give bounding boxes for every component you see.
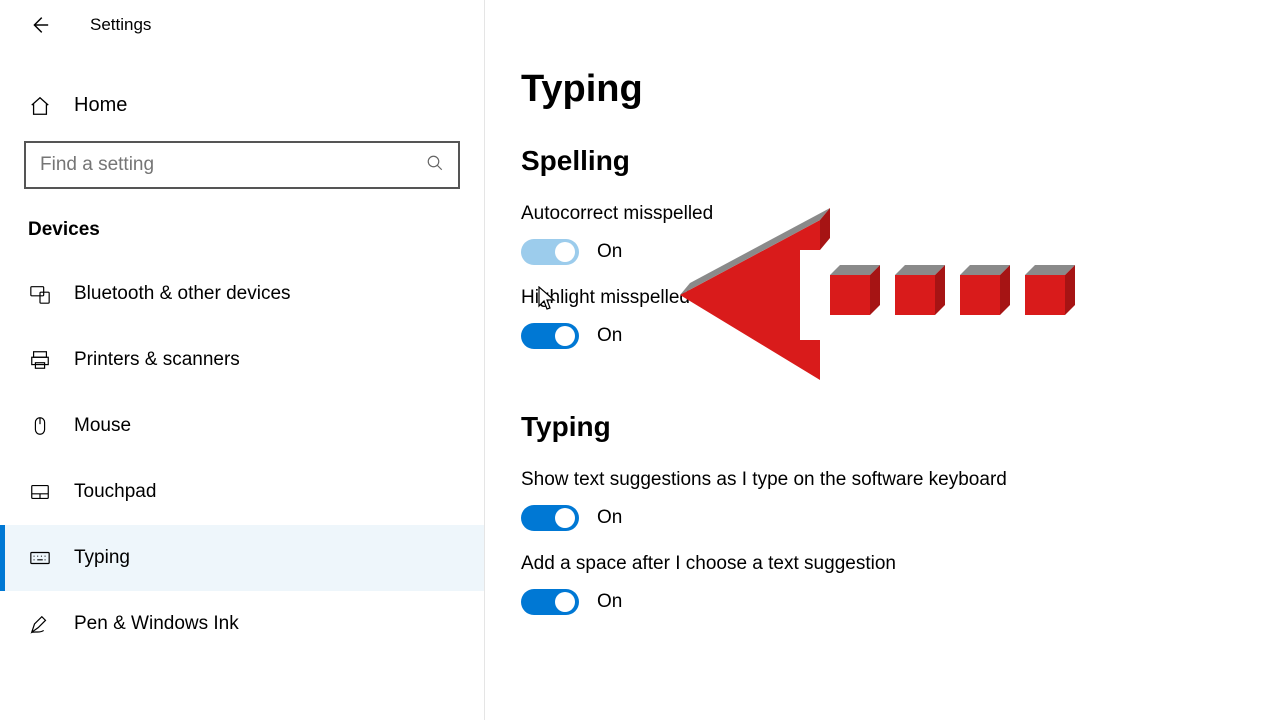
search-field[interactable] (40, 154, 416, 176)
printer-icon (28, 349, 52, 371)
page-title: Typing (521, 68, 1240, 111)
sidebar-nav: Bluetooth & other devices Printers & sca… (0, 261, 484, 657)
toggle-highlight[interactable] (521, 323, 579, 349)
sidebar-item-label: Bluetooth & other devices (74, 283, 291, 305)
search-input[interactable] (24, 141, 460, 189)
section-heading-spelling: Spelling (521, 145, 1240, 177)
setting-label: Highlight misspelled wo (521, 287, 1240, 309)
setting-label: Show text suggestions as I type on the s… (521, 469, 1240, 491)
sidebar-item-label: Mouse (74, 415, 131, 437)
toggle-state: On (597, 507, 622, 529)
setting-autocorrect: Autocorrect misspelled On (521, 203, 1240, 265)
mouse-icon (28, 415, 52, 437)
sidebar-item-label: Printers & scanners (74, 349, 240, 371)
pen-icon (28, 613, 52, 635)
sidebar-item-touchpad[interactable]: Touchpad (0, 459, 484, 525)
sidebar-item-mouse[interactable]: Mouse (0, 393, 484, 459)
sidebar-item-typing[interactable]: Typing (0, 525, 484, 591)
setting-label: Add a space after I choose a text sugges… (521, 553, 1240, 575)
sidebar: Settings Home Devices (0, 0, 485, 720)
home-label: Home (74, 94, 127, 117)
app-title: Settings (90, 15, 151, 35)
sidebar-home[interactable]: Home (0, 76, 484, 135)
bluetooth-devices-icon (28, 283, 52, 305)
home-icon (28, 95, 52, 117)
search-icon (426, 154, 444, 177)
sidebar-item-label: Typing (74, 547, 130, 569)
section-heading-typing: Typing (521, 411, 1240, 443)
toggle-autocorrect[interactable] (521, 239, 579, 265)
setting-label: Autocorrect misspelled (521, 203, 1240, 225)
touchpad-icon (28, 481, 52, 503)
setting-highlight: Highlight misspelled wo On (521, 287, 1240, 349)
toggle-state: On (597, 241, 622, 263)
sidebar-item-printers[interactable]: Printers & scanners (0, 327, 484, 393)
setting-add-space: Add a space after I choose a text sugges… (521, 553, 1240, 615)
sidebar-item-label: Pen & Windows Ink (74, 613, 239, 635)
sidebar-item-bluetooth[interactable]: Bluetooth & other devices (0, 261, 484, 327)
setting-suggestions: Show text suggestions as I type on the s… (521, 469, 1240, 531)
toggle-add-space[interactable] (521, 589, 579, 615)
sidebar-item-pen[interactable]: Pen & Windows Ink (0, 591, 484, 657)
sidebar-item-label: Touchpad (74, 481, 156, 503)
toggle-suggestions[interactable] (521, 505, 579, 531)
sidebar-category: Devices (0, 189, 484, 251)
toggle-state: On (597, 591, 622, 613)
keyboard-icon (28, 547, 52, 569)
main-content: Typing Spelling Autocorrect misspelled O… (485, 0, 1280, 720)
toggle-state: On (597, 325, 622, 347)
back-button[interactable] (28, 14, 50, 36)
